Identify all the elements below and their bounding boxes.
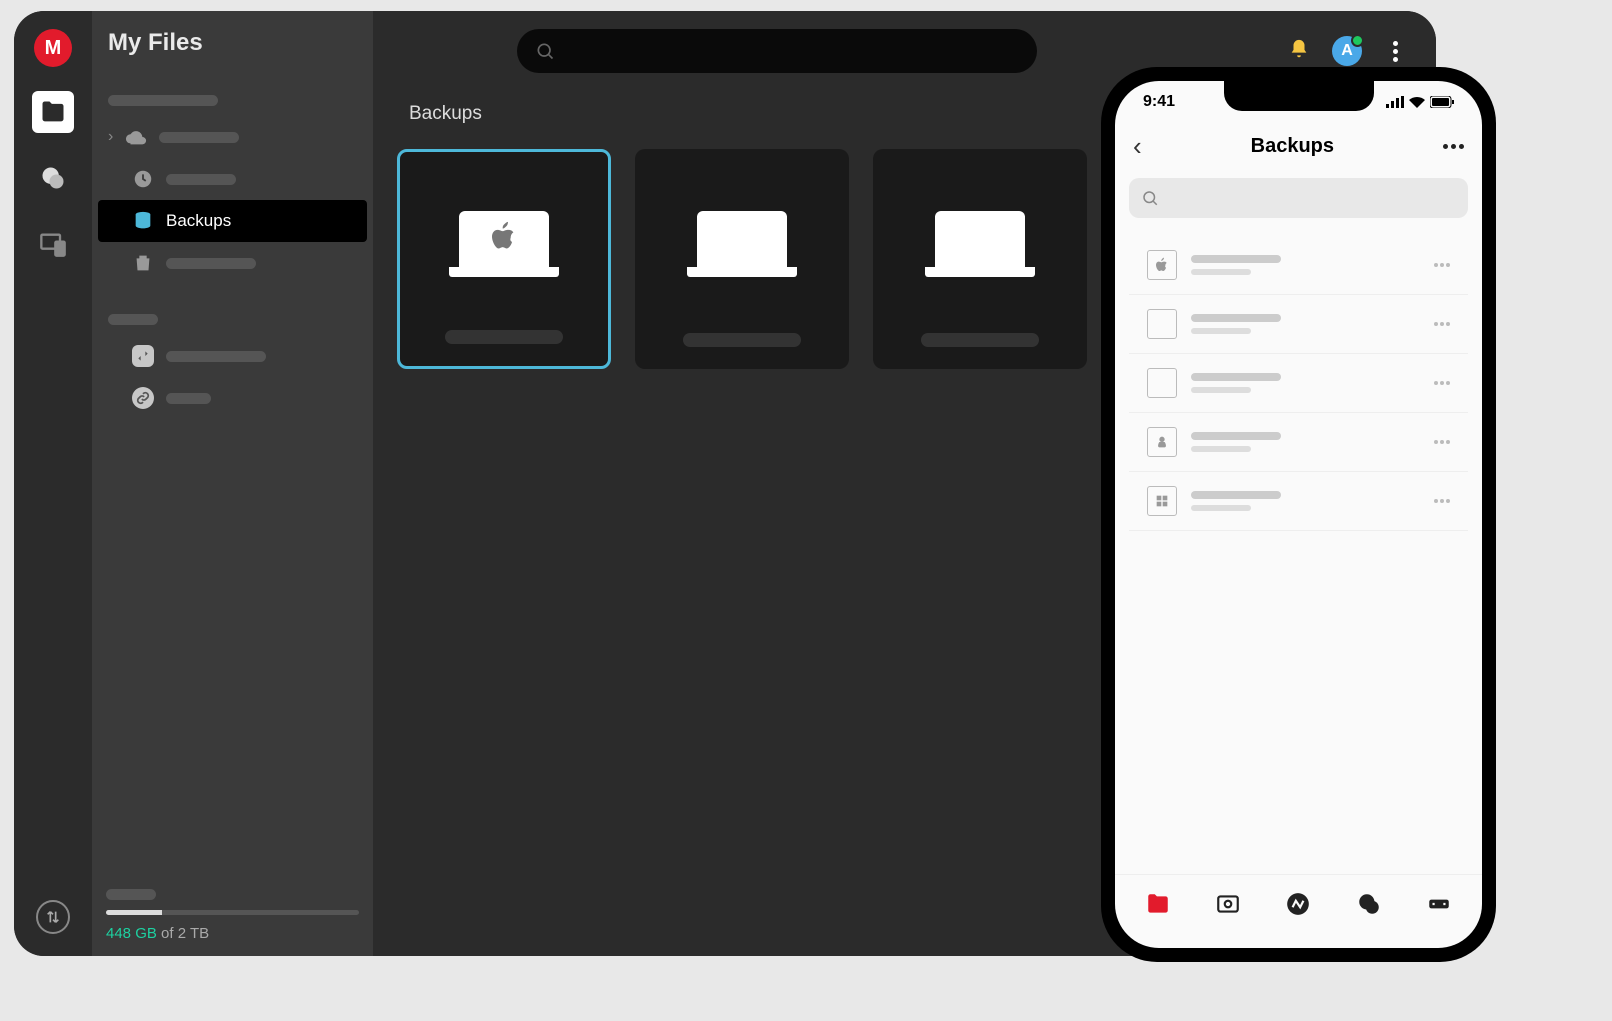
- row-menu-icon[interactable]: [1434, 440, 1450, 444]
- phone-backup-list: [1115, 236, 1482, 874]
- phone-mockup: 9:41 ‹ Backups: [1101, 67, 1496, 962]
- tab-chat[interactable]: [1356, 891, 1382, 922]
- sidebar-item-links[interactable]: [92, 377, 373, 419]
- row-menu-icon[interactable]: [1434, 499, 1450, 503]
- tab-files[interactable]: [1145, 891, 1171, 922]
- laptop-icon: [1147, 309, 1177, 339]
- phone-row-generic-2[interactable]: [1129, 354, 1468, 413]
- status-time: 9:41: [1143, 93, 1175, 111]
- back-button[interactable]: ‹: [1133, 131, 1142, 162]
- phone-tabbar: [1115, 874, 1482, 948]
- tab-home[interactable]: [1285, 891, 1311, 922]
- search-input[interactable]: [517, 29, 1037, 73]
- phone-row-generic-1[interactable]: [1129, 295, 1468, 354]
- incoming-icon: [132, 345, 154, 367]
- phone-nav-header: ‹ Backups: [1115, 123, 1482, 176]
- row-menu-icon[interactable]: [1434, 322, 1450, 326]
- trash-icon: [132, 252, 154, 274]
- devices-nav-icon[interactable]: [32, 223, 74, 265]
- sidebar-item-backups[interactable]: Backups: [98, 200, 367, 242]
- phone-title: Backups: [1142, 135, 1443, 158]
- phone-row-mac[interactable]: [1129, 236, 1468, 295]
- laptop-icon: [1147, 368, 1177, 398]
- row-menu-icon[interactable]: [1434, 263, 1450, 267]
- menu-button[interactable]: [1384, 39, 1408, 63]
- phone-row-linux[interactable]: [1129, 413, 1468, 472]
- storage-indicator: 448 GB of 2 TB: [92, 889, 373, 942]
- phone-menu-button[interactable]: [1443, 144, 1464, 149]
- transfers-button[interactable]: [36, 900, 70, 934]
- storage-total: of 2 TB: [161, 925, 209, 942]
- linux-icon: [1147, 427, 1177, 457]
- backup-card-mac[interactable]: [397, 149, 611, 369]
- phone-search-input[interactable]: [1129, 178, 1468, 218]
- storage-used: 448 GB: [106, 925, 157, 942]
- mega-logo: M: [34, 29, 72, 67]
- backup-card-generic-2[interactable]: [873, 149, 1087, 369]
- apple-icon: [1147, 250, 1177, 280]
- backup-card-generic-1[interactable]: [635, 149, 849, 369]
- sidebar-item-recents[interactable]: [92, 158, 373, 200]
- sidebar-item-trash[interactable]: [92, 242, 373, 284]
- sidebar-item-incoming[interactable]: [92, 335, 373, 377]
- user-avatar[interactable]: A: [1332, 36, 1362, 66]
- tab-photos[interactable]: [1215, 891, 1241, 922]
- link-icon: [132, 387, 154, 409]
- tab-transfers[interactable]: [1426, 891, 1452, 922]
- backups-label: Backups: [166, 211, 231, 231]
- windows-icon: [1147, 486, 1177, 516]
- phone-row-windows[interactable]: [1129, 472, 1468, 531]
- nav-rail: M: [14, 11, 92, 956]
- cloud-icon: [125, 126, 147, 148]
- files-nav-icon[interactable]: [32, 91, 74, 133]
- sidebar-item-placeholder-1[interactable]: [92, 85, 373, 116]
- sidebar-title: My Files: [92, 29, 373, 57]
- notifications-icon[interactable]: [1288, 38, 1310, 65]
- row-menu-icon[interactable]: [1434, 381, 1450, 385]
- sidebar-section-header: [92, 304, 373, 335]
- sidebar: My Files › Backups: [92, 11, 373, 956]
- chat-nav-icon[interactable]: [32, 157, 74, 199]
- sidebar-item-cloud-drive[interactable]: ›: [92, 116, 373, 158]
- database-icon: [132, 210, 154, 232]
- clock-icon: [132, 168, 154, 190]
